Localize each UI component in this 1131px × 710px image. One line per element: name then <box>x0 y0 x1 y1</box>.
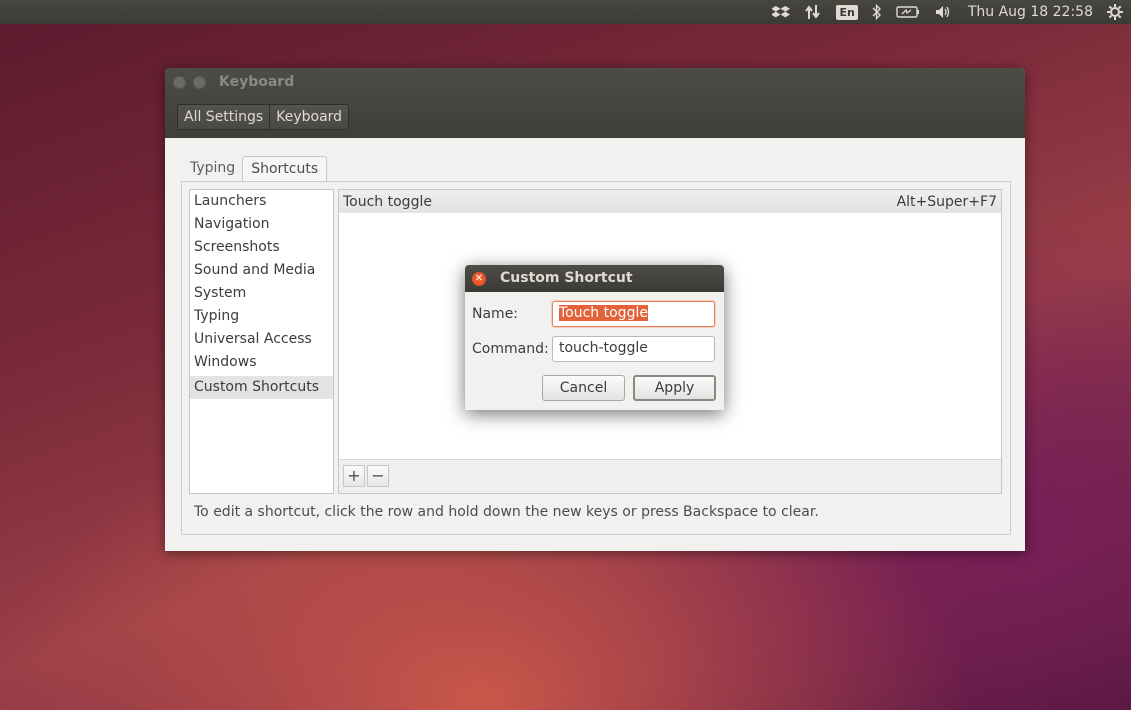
battery-icon[interactable] <box>896 0 920 24</box>
shortcut-accel[interactable]: Alt+Super+F7 <box>897 194 997 210</box>
category-item[interactable]: Universal Access <box>190 328 333 351</box>
cancel-button[interactable]: Cancel <box>542 375 625 401</box>
top-panel: En Thu Aug 18 22:58 <box>0 0 1131 24</box>
category-item[interactable]: Screenshots <box>190 236 333 259</box>
command-field[interactable]: touch-toggle <box>552 336 715 362</box>
remove-shortcut-button[interactable]: − <box>367 465 389 487</box>
bluetooth-icon[interactable] <box>872 0 882 24</box>
tab-typing[interactable]: Typing <box>185 156 240 181</box>
breadcrumb-keyboard[interactable]: Keyboard <box>270 105 349 129</box>
window-title: Keyboard <box>219 74 295 90</box>
apply-button[interactable]: Apply <box>633 375 716 401</box>
tab-shortcuts[interactable]: Shortcuts <box>242 156 328 181</box>
category-item[interactable]: Sound and Media <box>190 259 333 282</box>
clock[interactable]: Thu Aug 18 22:58 <box>968 4 1093 20</box>
minimize-window-button[interactable] <box>193 76 206 89</box>
category-item[interactable]: Windows <box>190 351 333 374</box>
network-icon[interactable] <box>804 0 822 24</box>
category-item[interactable]: System <box>190 282 333 305</box>
command-label: Command: <box>472 341 549 357</box>
category-item[interactable]: Launchers <box>190 190 333 213</box>
breadcrumb: All Settings Keyboard <box>177 104 350 130</box>
close-icon[interactable]: ✕ <box>472 272 486 286</box>
command-field-value: touch-toggle <box>559 340 648 356</box>
custom-shortcut-dialog: ✕ Custom Shortcut Name: Touch toggle Com… <box>465 265 724 410</box>
category-item[interactable]: Navigation <box>190 213 333 236</box>
breadcrumb-all-settings[interactable]: All Settings <box>178 105 271 129</box>
settings-gear-icon[interactable] <box>1107 0 1123 24</box>
add-shortcut-button[interactable]: + <box>343 465 365 487</box>
dropbox-icon[interactable] <box>772 0 791 24</box>
keyboard-layout-indicator[interactable]: En <box>836 0 858 24</box>
volume-icon[interactable] <box>934 0 952 24</box>
name-field[interactable]: Touch toggle <box>552 301 715 327</box>
shortcut-row[interactable]: Touch toggle Alt+Super+F7 <box>339 190 1001 213</box>
name-label: Name: <box>472 306 519 322</box>
list-toolbar: + − <box>339 459 1001 493</box>
shortcut-name: Touch toggle <box>343 193 432 210</box>
category-list: Launchers Navigation Screenshots Sound a… <box>189 189 334 494</box>
window-titlebar[interactable]: Keyboard All Settings Keyboard <box>165 68 1025 138</box>
hint-text: To edit a shortcut, click the row and ho… <box>194 504 819 520</box>
dialog-titlebar[interactable]: ✕ Custom Shortcut <box>465 265 724 292</box>
close-window-button[interactable] <box>173 76 186 89</box>
category-item[interactable]: Typing <box>190 305 333 328</box>
category-item-selected[interactable]: Custom Shortcuts <box>190 376 333 399</box>
name-field-value: Touch toggle <box>559 305 648 321</box>
dialog-title: Custom Shortcut <box>500 270 633 286</box>
tab-bar: Typing Shortcuts <box>185 156 328 181</box>
